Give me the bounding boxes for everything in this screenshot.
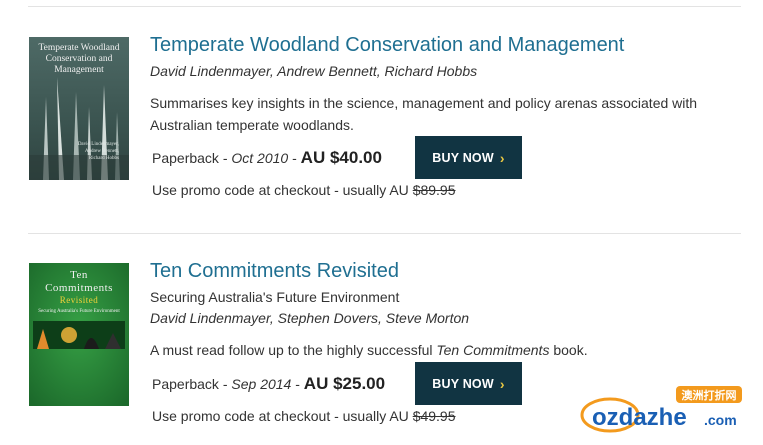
price: AU $40.00 [300, 148, 382, 167]
format-sep: - [222, 150, 228, 166]
book-subtitle: Securing Australia's Future Environment [150, 289, 400, 305]
cover-title: Temperate Woodland Conservation and Mana… [38, 43, 120, 75]
description-suffix: book. [553, 342, 588, 358]
format-label: Paperback [152, 150, 219, 166]
pub-date: Oct 2010 [231, 150, 289, 166]
book-authors: David Lindenmayer, Andrew Bennett, Richa… [150, 63, 478, 79]
old-price: $89.95 [412, 182, 456, 198]
svg-text:ozdazhe: ozdazhe [592, 404, 687, 431]
chevron-right-icon: › [499, 375, 505, 392]
promo-text: Use promo code at checkout - usually AU [152, 408, 409, 424]
description-prefix: A must read follow up to the highly succ… [150, 342, 433, 358]
book-description: A must read follow up to the highly succ… [150, 339, 745, 361]
book-divider [28, 233, 741, 234]
buy-now-label: BUY NOW [432, 376, 494, 391]
buy-now-button[interactable]: BUY NOW › [415, 362, 522, 405]
buy-now-label: BUY NOW [432, 150, 494, 165]
format-sep: - [292, 150, 297, 166]
format-label: Paperback [152, 376, 219, 392]
svg-text:.com: .com [704, 412, 737, 428]
book-title-link[interactable]: Temperate Woodland Conservation and Mana… [150, 34, 624, 57]
promo-text: Use promo code at checkout - usually AU [152, 182, 409, 198]
cover-authors: David Lindenmayer, Andrew Bennett, Richa… [77, 142, 119, 161]
format-sep: - [295, 376, 300, 392]
format-line: Paperback - Oct 2010 - AU $40.00 [152, 148, 382, 168]
top-divider [28, 6, 741, 7]
promo-line: Use promo code at checkout - usually AU … [152, 408, 456, 424]
book-cover-image[interactable]: Ten Commitments Revisited Securing Austr… [29, 263, 129, 406]
old-price: $49.95 [412, 408, 456, 424]
cover-title-line: Revisited [59, 295, 99, 305]
pub-date: Sep 2014 [231, 376, 292, 392]
book-title-link[interactable]: Ten Commitments Revisited [150, 260, 399, 283]
book-cover-image[interactable]: Temperate Woodland Conservation and Mana… [29, 37, 129, 180]
watermark-logo: 澳洲打折网 ozdazhe .com [578, 385, 743, 435]
cover-title-line: Commitments [45, 282, 113, 294]
svg-text:澳洲打折网: 澳洲打折网 [682, 388, 737, 402]
format-sep: - [222, 376, 228, 392]
cover-subtitle: Securing Australia's Future Environment [38, 309, 120, 314]
price: AU $25.00 [303, 374, 386, 393]
book-authors: David Lindenmayer, Stephen Dovers, Steve… [150, 310, 470, 326]
buy-now-button[interactable]: BUY NOW › [415, 136, 522, 179]
chevron-right-icon: › [499, 149, 505, 166]
cover-title-line: Ten [70, 269, 88, 281]
format-line: Paperback - Sep 2014 - AU $25.00 [152, 374, 385, 394]
ozdazhe-logo-icon: 澳洲打折网 ozdazhe .com [580, 386, 742, 433]
description-italic: Ten Commitments [436, 342, 550, 358]
book-description: Summarises key insights in the science, … [150, 95, 698, 133]
promo-line: Use promo code at checkout - usually AU … [152, 182, 456, 198]
